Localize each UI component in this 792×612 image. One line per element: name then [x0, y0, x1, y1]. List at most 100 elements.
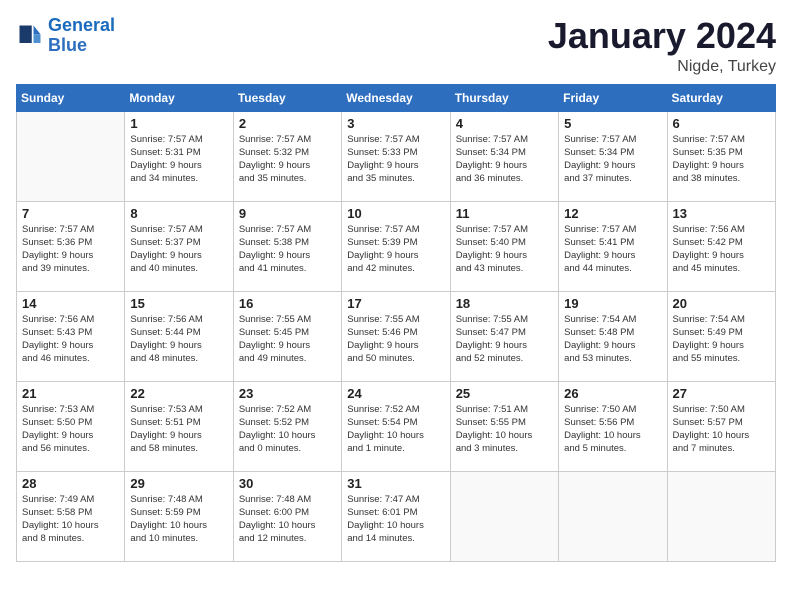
day-number: 5: [564, 116, 661, 131]
calendar-cell: [450, 471, 558, 561]
calendar-cell: 6 Sunrise: 7:57 AM Sunset: 5:35 PM Daylig…: [667, 111, 775, 201]
day-info: Sunrise: 7:57 AM Sunset: 5:34 PM Dayligh…: [564, 133, 661, 186]
weekday-header-saturday: Saturday: [667, 84, 775, 111]
calendar-week-4: 21Sunrise: 7:53 AM Sunset: 5:50 PM Dayli…: [17, 381, 776, 471]
calendar-cell: 22Sunrise: 7:53 AM Sunset: 5:51 PM Dayli…: [125, 381, 233, 471]
day-info: Sunrise: 7:57 AM Sunset: 5:40 PM Dayligh…: [456, 223, 553, 276]
calendar-cell: 14 Sunrise: 7:56 AM Sunset: 5:43 PM Dayli…: [17, 291, 125, 381]
calendar-header: SundayMondayTuesdayWednesdayThursdayFrid…: [17, 84, 776, 111]
calendar-week-2: 7 Sunrise: 7:57 AM Sunset: 5:36 PM Daylig…: [17, 201, 776, 291]
logo-icon: [16, 22, 44, 50]
day-info: Sunrise: 7:53 AM Sunset: 5:51 PM Dayligh…: [130, 403, 227, 456]
day-number: 25: [456, 386, 553, 401]
calendar-week-1: 1Sunrise: 7:57 AM Sunset: 5:31 PM Daylig…: [17, 111, 776, 201]
calendar-cell: 10Sunrise: 7:57 AM Sunset: 5:39 PM Dayli…: [342, 201, 450, 291]
calendar-cell: 8Sunrise: 7:57 AM Sunset: 5:37 PM Daylig…: [125, 201, 233, 291]
day-number: 7: [22, 206, 119, 221]
day-info: Sunrise: 7:52 AM Sunset: 5:52 PM Dayligh…: [239, 403, 336, 456]
day-number: 23: [239, 386, 336, 401]
weekday-header-monday: Monday: [125, 84, 233, 111]
day-info: Sunrise: 7:57 AM Sunset: 5:36 PM Dayligh…: [22, 223, 119, 276]
day-number: 9: [239, 206, 336, 221]
day-number: 21: [22, 386, 119, 401]
calendar-cell: 9 Sunrise: 7:57 AM Sunset: 5:38 PM Daylig…: [233, 201, 341, 291]
weekday-header-tuesday: Tuesday: [233, 84, 341, 111]
day-number: 3: [347, 116, 444, 131]
weekday-header-friday: Friday: [559, 84, 667, 111]
day-info: Sunrise: 7:50 AM Sunset: 5:57 PM Dayligh…: [673, 403, 770, 456]
calendar-cell: 16Sunrise: 7:55 AM Sunset: 5:45 PM Dayli…: [233, 291, 341, 381]
day-number: 12: [564, 206, 661, 221]
calendar-cell: 23 Sunrise: 7:52 AM Sunset: 5:52 PM Dayli…: [233, 381, 341, 471]
day-info: Sunrise: 7:57 AM Sunset: 5:32 PM Dayligh…: [239, 133, 336, 186]
calendar-cell: 3Sunrise: 7:57 AM Sunset: 5:33 PM Daylig…: [342, 111, 450, 201]
calendar-cell: 29 Sunrise: 7:48 AM Sunset: 5:59 PM Dayli…: [125, 471, 233, 561]
day-info: Sunrise: 7:57 AM Sunset: 5:35 PM Dayligh…: [673, 133, 770, 186]
calendar-week-3: 14 Sunrise: 7:56 AM Sunset: 5:43 PM Dayli…: [17, 291, 776, 381]
calendar-cell: 21Sunrise: 7:53 AM Sunset: 5:50 PM Dayli…: [17, 381, 125, 471]
day-number: 11: [456, 206, 553, 221]
day-info: Sunrise: 7:56 AM Sunset: 5:42 PM Dayligh…: [673, 223, 770, 276]
calendar-cell: 11 Sunrise: 7:57 AM Sunset: 5:40 PM Dayli…: [450, 201, 558, 291]
calendar-cell: 31Sunrise: 7:47 AM Sunset: 6:01 PM Dayli…: [342, 471, 450, 561]
day-number: 20: [673, 296, 770, 311]
day-info: Sunrise: 7:48 AM Sunset: 6:00 PM Dayligh…: [239, 493, 336, 546]
day-number: 27: [673, 386, 770, 401]
calendar-cell: 28 Sunrise: 7:49 AM Sunset: 5:58 PM Dayli…: [17, 471, 125, 561]
day-info: Sunrise: 7:57 AM Sunset: 5:38 PM Dayligh…: [239, 223, 336, 276]
day-number: 14: [22, 296, 119, 311]
calendar-cell: 24 Sunrise: 7:52 AM Sunset: 5:54 PM Dayli…: [342, 381, 450, 471]
day-info: Sunrise: 7:56 AM Sunset: 5:43 PM Dayligh…: [22, 313, 119, 366]
day-number: 24: [347, 386, 444, 401]
day-number: 19: [564, 296, 661, 311]
calendar-cell: 18Sunrise: 7:55 AM Sunset: 5:47 PM Dayli…: [450, 291, 558, 381]
page-header: General Blue January 2024 Nigde, Turkey: [16, 16, 776, 76]
day-info: Sunrise: 7:47 AM Sunset: 6:01 PM Dayligh…: [347, 493, 444, 546]
logo: General Blue: [16, 16, 115, 56]
location-title: Nigde, Turkey: [548, 58, 776, 76]
weekday-header-thursday: Thursday: [450, 84, 558, 111]
day-info: Sunrise: 7:50 AM Sunset: 5:56 PM Dayligh…: [564, 403, 661, 456]
day-number: 26: [564, 386, 661, 401]
logo-text: General Blue: [48, 16, 115, 56]
calendar-week-5: 28 Sunrise: 7:49 AM Sunset: 5:58 PM Dayli…: [17, 471, 776, 561]
day-number: 15: [130, 296, 227, 311]
calendar-cell: 1Sunrise: 7:57 AM Sunset: 5:31 PM Daylig…: [125, 111, 233, 201]
day-info: Sunrise: 7:55 AM Sunset: 5:46 PM Dayligh…: [347, 313, 444, 366]
day-info: Sunrise: 7:57 AM Sunset: 5:37 PM Dayligh…: [130, 223, 227, 276]
calendar-cell: 30 Sunrise: 7:48 AM Sunset: 6:00 PM Dayli…: [233, 471, 341, 561]
day-number: 28: [22, 476, 119, 491]
day-info: Sunrise: 7:57 AM Sunset: 5:39 PM Dayligh…: [347, 223, 444, 276]
day-info: Sunrise: 7:54 AM Sunset: 5:48 PM Dayligh…: [564, 313, 661, 366]
calendar-cell: 19 Sunrise: 7:54 AM Sunset: 5:48 PM Dayli…: [559, 291, 667, 381]
day-info: Sunrise: 7:52 AM Sunset: 5:54 PM Dayligh…: [347, 403, 444, 456]
calendar-cell: 25Sunrise: 7:51 AM Sunset: 5:55 PM Dayli…: [450, 381, 558, 471]
calendar-cell: 20 Sunrise: 7:54 AM Sunset: 5:49 PM Dayli…: [667, 291, 775, 381]
calendar-cell: [17, 111, 125, 201]
calendar-cell: 13Sunrise: 7:56 AM Sunset: 5:42 PM Dayli…: [667, 201, 775, 291]
day-number: 2: [239, 116, 336, 131]
calendar-cell: 2 Sunrise: 7:57 AM Sunset: 5:32 PM Daylig…: [233, 111, 341, 201]
calendar-cell: 4 Sunrise: 7:57 AM Sunset: 5:34 PM Daylig…: [450, 111, 558, 201]
calendar-cell: [559, 471, 667, 561]
title-block: January 2024 Nigde, Turkey: [548, 16, 776, 76]
calendar-cell: 12Sunrise: 7:57 AM Sunset: 5:41 PM Dayli…: [559, 201, 667, 291]
day-info: Sunrise: 7:54 AM Sunset: 5:49 PM Dayligh…: [673, 313, 770, 366]
day-number: 17: [347, 296, 444, 311]
day-number: 18: [456, 296, 553, 311]
weekday-header-sunday: Sunday: [17, 84, 125, 111]
day-number: 29: [130, 476, 227, 491]
calendar-cell: 15Sunrise: 7:56 AM Sunset: 5:44 PM Dayli…: [125, 291, 233, 381]
day-number: 6: [673, 116, 770, 131]
calendar-table: SundayMondayTuesdayWednesdayThursdayFrid…: [16, 84, 776, 562]
day-info: Sunrise: 7:57 AM Sunset: 5:34 PM Dayligh…: [456, 133, 553, 186]
logo-text-blue: Blue: [48, 36, 115, 56]
day-info: Sunrise: 7:55 AM Sunset: 5:45 PM Dayligh…: [239, 313, 336, 366]
day-info: Sunrise: 7:48 AM Sunset: 5:59 PM Dayligh…: [130, 493, 227, 546]
day-number: 4: [456, 116, 553, 131]
day-number: 30: [239, 476, 336, 491]
calendar-cell: 7 Sunrise: 7:57 AM Sunset: 5:36 PM Daylig…: [17, 201, 125, 291]
calendar-cell: 17 Sunrise: 7:55 AM Sunset: 5:46 PM Dayli…: [342, 291, 450, 381]
calendar-cell: 26 Sunrise: 7:50 AM Sunset: 5:56 PM Dayli…: [559, 381, 667, 471]
day-info: Sunrise: 7:49 AM Sunset: 5:58 PM Dayligh…: [22, 493, 119, 546]
